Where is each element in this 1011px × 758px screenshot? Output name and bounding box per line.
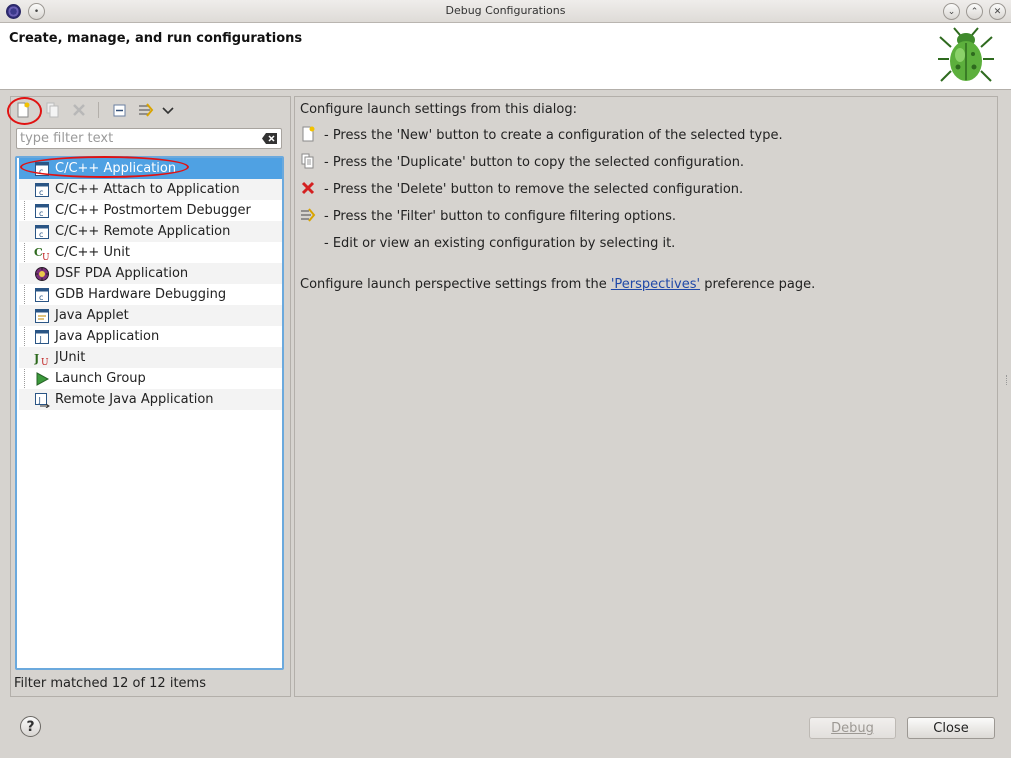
delete-configuration-icon[interactable] bbox=[70, 101, 88, 119]
dialog-header: Create, manage, and run configurations bbox=[0, 23, 1011, 90]
tree-item-c-cpp-attach[interactable]: c C/C++ Attach to Application bbox=[19, 179, 282, 200]
tree-item-gdb-hardware[interactable]: c GDB Hardware Debugging bbox=[19, 284, 282, 305]
tree-item-label: Java Application bbox=[55, 329, 160, 344]
maximize-icon[interactable]: ⌃ bbox=[966, 3, 983, 20]
tree-item-c-cpp-remote[interactable]: c C/C++ Remote Application bbox=[19, 221, 282, 242]
remote-java-icon: J bbox=[35, 392, 50, 408]
java-app-icon: J bbox=[35, 329, 49, 344]
debug-button-label: Debug bbox=[831, 720, 874, 736]
info-delete-text: - Press the 'Delete' button to remove th… bbox=[324, 182, 744, 197]
close-button[interactable]: Close bbox=[907, 717, 995, 739]
duplicate-configuration-icon bbox=[301, 153, 314, 169]
clear-filter-icon[interactable] bbox=[262, 133, 277, 144]
filter-input[interactable] bbox=[20, 130, 255, 147]
svg-text:J: J bbox=[39, 335, 42, 344]
tree-item-label: Java Applet bbox=[55, 308, 129, 323]
perspectives-prefix: Configure launch perspective settings fr… bbox=[300, 277, 611, 292]
info-filter: - Press the 'Filter' button to configure… bbox=[300, 207, 676, 224]
info-edit-text: - Edit or view an existing configuration… bbox=[324, 236, 676, 251]
window-title: Debug Configurations bbox=[445, 4, 566, 17]
tree-item-label: JUnit bbox=[55, 350, 86, 365]
svg-text:U: U bbox=[42, 253, 50, 261]
tree-item-label: Launch Group bbox=[55, 371, 146, 386]
bug-icon bbox=[938, 27, 994, 82]
tree-item-launch-group[interactable]: Launch Group bbox=[19, 368, 282, 389]
collapse-all-icon[interactable] bbox=[111, 101, 129, 119]
tree-item-label: C/C++ Attach to Application bbox=[55, 182, 240, 197]
tree-item-c-cpp-unit[interactable]: CU C/C++ Unit bbox=[19, 242, 282, 263]
close-icon[interactable]: ✕ bbox=[989, 3, 1006, 20]
spacer-icon bbox=[300, 234, 316, 250]
svg-text:c: c bbox=[39, 230, 43, 239]
tree-item-remote-java[interactable]: J Remote Java Application bbox=[19, 389, 282, 410]
info-duplicate: - Press the 'Duplicate' button to copy t… bbox=[300, 153, 744, 170]
info-new-text: - Press the 'New' button to create a con… bbox=[324, 128, 783, 143]
perspectives-link[interactable]: 'Perspectives' bbox=[611, 277, 700, 292]
title-bar: • Debug Configurations ⌄ ⌃ ✕ bbox=[0, 0, 1011, 23]
c-app-icon: c bbox=[35, 224, 49, 239]
tree-item-dsf-pda[interactable]: DSF PDA Application bbox=[19, 263, 282, 284]
help-button[interactable]: ? bbox=[20, 716, 41, 737]
filter-configurations-icon bbox=[301, 208, 316, 222]
info-edit: - Edit or view an existing configuration… bbox=[300, 234, 675, 251]
dialog-title: Create, manage, and run configurations bbox=[9, 31, 303, 46]
svg-text:c: c bbox=[39, 188, 43, 197]
svg-text:U: U bbox=[41, 358, 49, 366]
applet-icon bbox=[35, 308, 49, 323]
delete-configuration-icon bbox=[301, 181, 315, 195]
tree-item-label: GDB Hardware Debugging bbox=[55, 287, 227, 302]
duplicate-configuration-icon[interactable] bbox=[44, 101, 62, 119]
c-app-icon: c bbox=[35, 203, 49, 218]
minimize-icon[interactable]: ⌄ bbox=[943, 3, 960, 20]
chevron-down-icon[interactable] bbox=[159, 101, 177, 119]
close-button-label: Close bbox=[933, 720, 969, 736]
svg-text:c: c bbox=[39, 209, 43, 218]
tree-item-junit[interactable]: JU JUnit bbox=[19, 347, 282, 368]
toolbar-separator bbox=[98, 102, 99, 118]
c-unit-icon: CU bbox=[34, 246, 50, 261]
pda-icon bbox=[35, 266, 49, 281]
info-perspectives: Configure launch perspective settings fr… bbox=[300, 277, 815, 292]
tree-item-java-application[interactable]: J Java Application bbox=[19, 326, 282, 347]
sash-handle[interactable] bbox=[1006, 375, 1009, 385]
filter-status: Filter matched 12 of 12 items bbox=[14, 676, 206, 691]
tree-item-label: Remote Java Application bbox=[55, 392, 214, 407]
selected-item-highlight bbox=[20, 156, 189, 178]
info-duplicate-text: - Press the 'Duplicate' button to copy t… bbox=[324, 155, 745, 170]
c-app-icon: c bbox=[35, 182, 49, 197]
filter-configurations-icon[interactable] bbox=[137, 101, 155, 119]
tree-item-label: C/C++ Postmortem Debugger bbox=[55, 203, 251, 218]
launch-group-icon bbox=[36, 371, 50, 386]
svg-text:J: J bbox=[38, 396, 41, 405]
tree-item-label: C/C++ Unit bbox=[55, 245, 130, 260]
info-intro: Configure launch settings from this dial… bbox=[300, 102, 577, 117]
filter-field[interactable] bbox=[16, 128, 282, 149]
debug-button[interactable]: Debug bbox=[809, 717, 896, 739]
tree-item-java-applet[interactable]: Java Applet bbox=[19, 305, 282, 326]
tree-item-c-cpp-postmortem[interactable]: c C/C++ Postmortem Debugger bbox=[19, 200, 282, 221]
new-button-highlight bbox=[7, 97, 42, 125]
configuration-tree[interactable]: c C/C++ Application c C/C++ Attach to Ap… bbox=[15, 156, 284, 670]
info-new: - Press the 'New' button to create a con… bbox=[300, 126, 783, 143]
new-configuration-icon bbox=[302, 126, 315, 142]
info-delete: - Press the 'Delete' button to remove th… bbox=[300, 180, 743, 197]
perspectives-suffix: preference page. bbox=[700, 277, 816, 292]
tree-item-label: C/C++ Remote Application bbox=[55, 224, 231, 239]
svg-text:J: J bbox=[34, 352, 39, 365]
info-filter-text: - Press the 'Filter' button to configure… bbox=[324, 209, 677, 224]
svg-text:c: c bbox=[39, 293, 43, 302]
c-app-icon: c bbox=[35, 287, 49, 302]
tree-item-label: DSF PDA Application bbox=[55, 266, 189, 281]
junit-icon: JU bbox=[34, 352, 49, 366]
